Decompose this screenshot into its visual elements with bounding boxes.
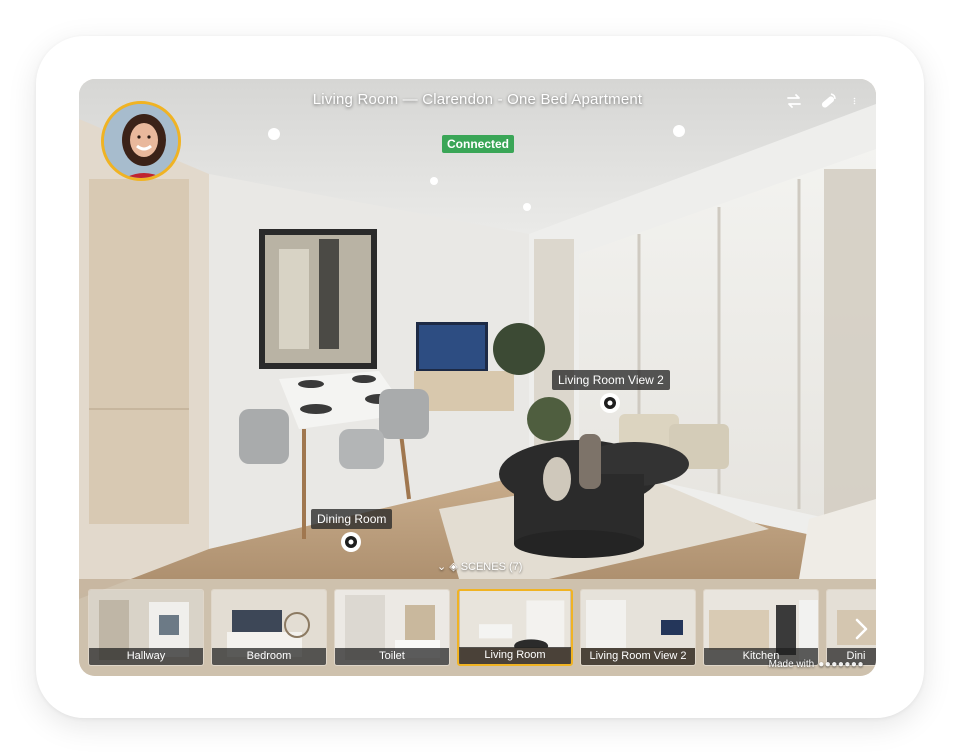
scene-thumb-living-room[interactable]: Living Room <box>457 589 573 666</box>
scenes-toggle[interactable]: ⌄ ◈ SCENES (7) <box>437 560 523 574</box>
chevron-right-icon[interactable] <box>852 617 870 641</box>
hotspot-label-dining-room[interactable]: Dining Room <box>311 509 393 529</box>
hotspot-label-living-room-view-2[interactable]: Living Room View 2 <box>552 370 670 390</box>
scene-thumb-label: Living Room View 2 <box>581 648 695 665</box>
hotspot-living-room-view-2-icon[interactable] <box>599 392 621 414</box>
layers-icon: ◈ <box>449 561 458 573</box>
scene-thumb-bedroom[interactable]: Bedroom <box>211 589 327 666</box>
scene-thumb-hallway[interactable]: Hallway <box>88 589 204 666</box>
more-options-icon[interactable] <box>852 91 862 111</box>
made-with-label: Made with <box>768 659 815 670</box>
scenes-toggle-label: SCENES (7) <box>460 560 523 573</box>
connection-status-badge: Connected <box>442 135 515 153</box>
scene-thumb-label: Living Room <box>459 647 571 664</box>
viewer-toolbar <box>784 91 862 111</box>
chevron-down-icon: ⌄ <box>437 561 447 573</box>
scene-thumb-toilet[interactable]: Toilet <box>334 589 450 666</box>
scene-thumb-label: Hallway <box>89 648 203 665</box>
tour-viewer[interactable]: Living Room — Clarendon - One Bed Apartm… <box>79 79 876 676</box>
tour-title: Living Room — Clarendon - One Bed Apartm… <box>312 91 643 108</box>
swap-icon[interactable] <box>784 91 804 111</box>
share-link-icon[interactable] <box>818 91 838 111</box>
hotspot-dining-room-icon[interactable] <box>340 531 362 553</box>
scenes-strip: Hallway Bedroom Toilet Living Room Livin… <box>79 579 876 676</box>
scene-thumb-kitchen[interactable]: Kitchen <box>703 589 819 666</box>
scene-thumb-label: Bedroom <box>212 648 326 665</box>
agent-avatar[interactable] <box>101 101 181 181</box>
brand-logo-icon: ●●●●●●● <box>818 659 864 670</box>
scene-thumb-living-room-view-2[interactable]: Living Room View 2 <box>580 589 696 666</box>
made-with-credit: Made with ●●●●●●● <box>769 659 864 670</box>
scene-thumb-label: Toilet <box>335 648 449 665</box>
